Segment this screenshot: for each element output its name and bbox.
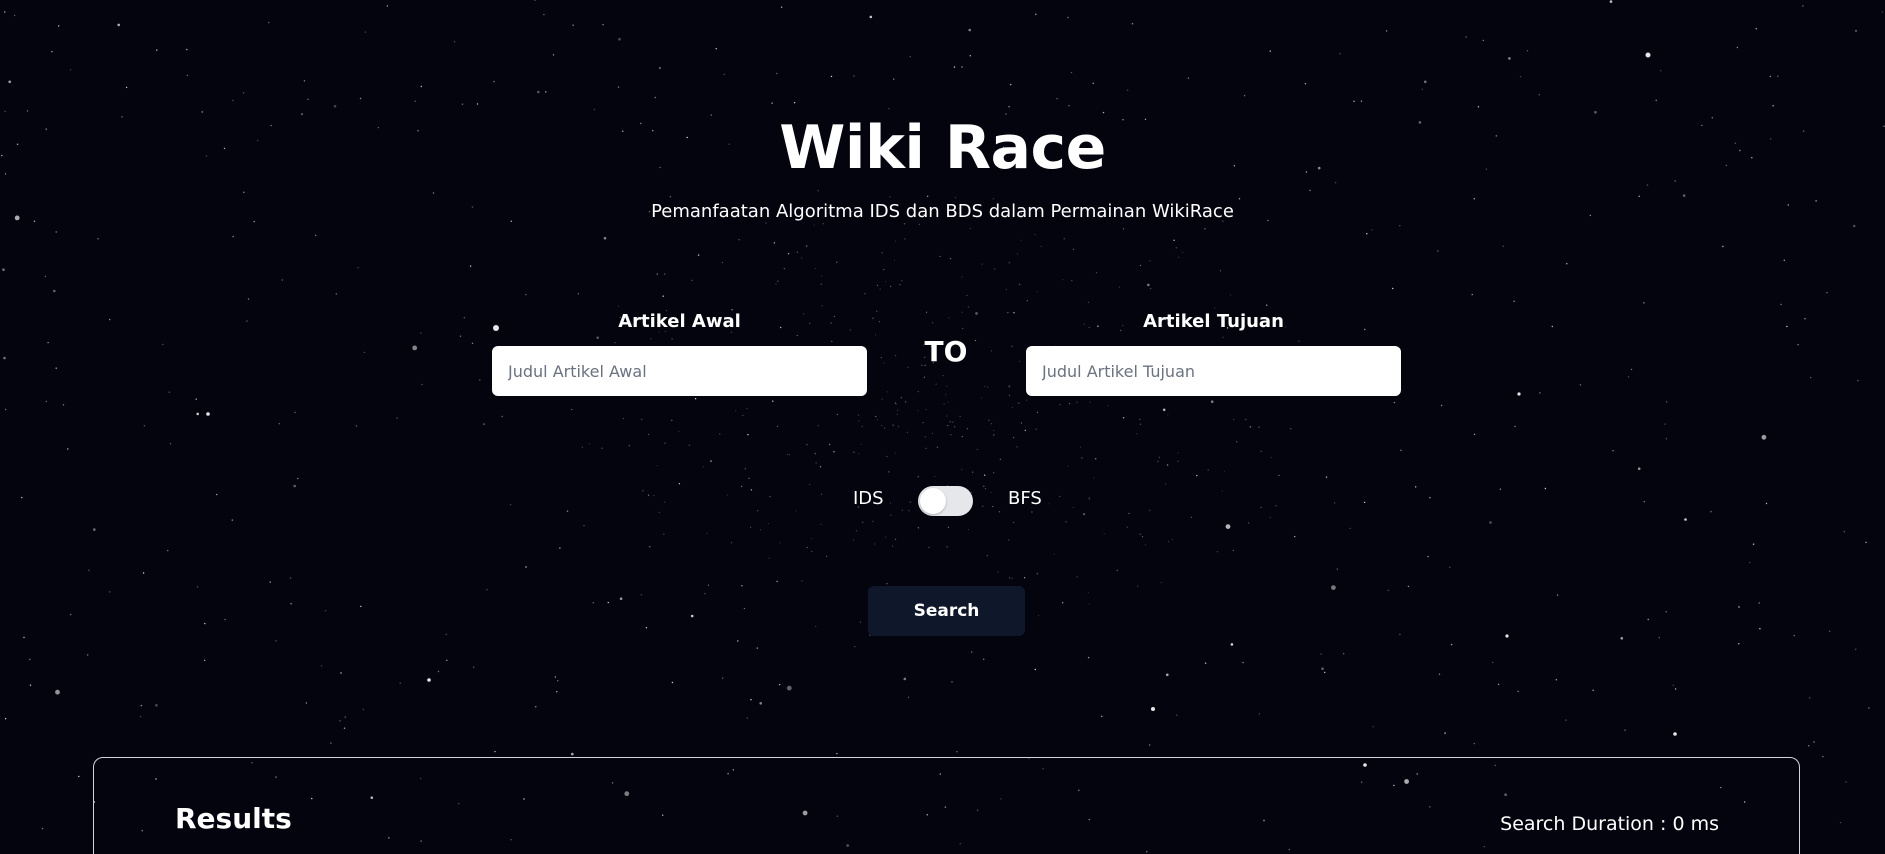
search-button[interactable]: Search	[868, 586, 1025, 636]
results-panel: Results Search Duration : 0 ms	[93, 757, 1800, 854]
page-title: Wiki Race	[779, 113, 1106, 183]
page-subtitle: Pemanfaatan Algoritma IDS dan BDS dalam …	[651, 201, 1234, 222]
search-duration: Search Duration : 0 ms	[1500, 813, 1719, 835]
to-connector: TO	[924, 335, 968, 368]
algorithm-ids-label: IDS	[853, 488, 884, 509]
target-article-label: Artikel Tujuan	[1143, 311, 1284, 332]
start-article-input[interactable]	[492, 346, 867, 396]
results-title: Results	[175, 802, 292, 835]
start-article-label: Artikel Awal	[618, 311, 741, 332]
toggle-knob	[920, 488, 946, 514]
page: Wiki Race Pemanfaatan Algoritma IDS dan …	[0, 0, 1885, 854]
algorithm-bfs-label: BFS	[1008, 488, 1042, 509]
algorithm-toggle[interactable]	[918, 486, 973, 516]
target-article-input[interactable]	[1026, 346, 1401, 396]
